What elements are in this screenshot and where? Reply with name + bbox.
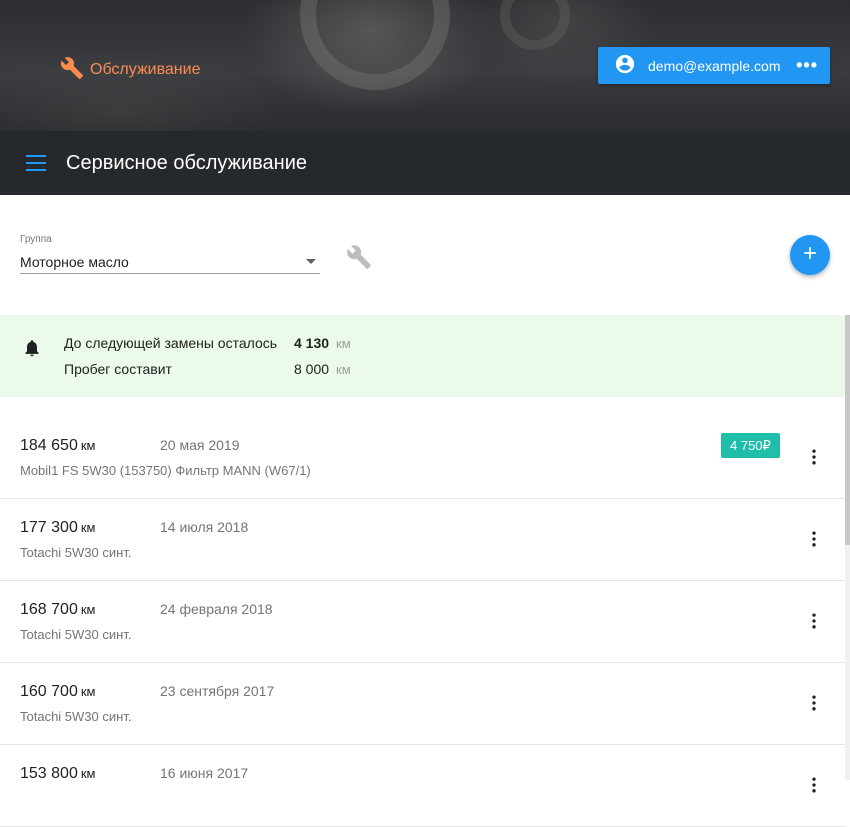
remaining-label: До следующей замены осталось [64, 335, 278, 351]
more-vertical-icon[interactable] [804, 775, 824, 800]
record-mileage: 153 800 [20, 765, 78, 782]
record-mileage: 184 650 [20, 437, 78, 454]
group-filter: Группа Моторное масло [20, 234, 320, 274]
list-item[interactable]: 184 650 км 20 мая 2019 Mobil1 FS 5W30 (15… [0, 417, 845, 499]
remaining-distance-row: До следующей замены осталось 4 130 км [64, 335, 351, 351]
brand-label: Обслуживание [90, 61, 201, 78]
group-settings-button[interactable] [346, 244, 372, 275]
record-mileage: 168 700 [20, 601, 78, 618]
banner-decoration [500, 0, 570, 50]
record-mileage: 177 300 [20, 519, 78, 536]
record-mileage-unit: км [80, 766, 96, 781]
bell-icon [22, 337, 42, 364]
target-label: Пробег составит [64, 361, 172, 377]
record-description: Totachi 5W30 синт. [20, 545, 132, 560]
price-badge: 4 750₽ [721, 433, 780, 458]
target-mileage-row: Пробег составит 8 000 км [64, 361, 351, 377]
more-vertical-icon[interactable] [804, 447, 824, 472]
list-item[interactable]: 177 300 км 14 июля 2018 Totachi 5W30 синт… [0, 499, 845, 581]
record-description: Totachi 5W30 синт. [20, 627, 132, 642]
group-select-value: Моторное масло [20, 253, 129, 270]
brand-link[interactable]: Обслуживание [60, 56, 201, 85]
menu-icon[interactable] [26, 155, 46, 171]
dropdown-arrow-icon [306, 259, 316, 264]
record-description: Totachi 5W30 синт. [20, 709, 132, 724]
group-filter-label: Группа [20, 234, 52, 245]
next-service-notice [0, 315, 845, 397]
wrench-icon [346, 245, 372, 274]
group-select[interactable]: Моторное масло [20, 250, 320, 274]
app-toolbar: Сервисное обслуживание [0, 131, 850, 195]
scrollbar-thumb[interactable] [845, 315, 850, 545]
more-vertical-icon[interactable] [804, 529, 824, 554]
record-date: 23 сентября 2017 [160, 683, 275, 699]
target-unit: км [336, 362, 351, 377]
banner-decoration [300, 0, 450, 90]
page-title: Сервисное обслуживание [66, 151, 307, 174]
record-mileage-unit: км [80, 602, 96, 617]
list-item[interactable]: 168 700 км 24 февраля 2018 Totachi 5W30 с… [0, 581, 845, 663]
add-record-button[interactable] [790, 235, 830, 275]
record-date: 20 мая 2019 [160, 437, 240, 453]
target-value: 8 000 [294, 361, 330, 377]
more-horizontal-icon[interactable]: ••• [796, 55, 818, 76]
remaining-unit: км [336, 336, 351, 351]
scrollbar[interactable] [845, 315, 850, 780]
record-date: 14 июля 2018 [160, 519, 249, 535]
list-item[interactable]: 160 700 км 23 сентября 2017 Totachi 5W30 … [0, 663, 845, 745]
wrench-icon [60, 56, 84, 85]
user-account-button[interactable]: demo@example.com ••• [598, 47, 830, 84]
list-item[interactable]: 153 800 км 16 июня 2017 [0, 745, 845, 827]
record-mileage-unit: км [80, 684, 96, 699]
plus-icon [800, 243, 820, 268]
record-date: 24 февраля 2018 [160, 601, 273, 617]
record-description: Mobil1 FS 5W30 (153750) Фильтр MANN (W67… [20, 463, 311, 478]
record-mileage-unit: км [80, 438, 96, 453]
header-banner: Обслуживание demo@example.com ••• [0, 0, 850, 131]
record-date: 16 июня 2017 [160, 765, 249, 781]
remaining-value: 4 130 [294, 335, 330, 351]
more-vertical-icon[interactable] [804, 693, 824, 718]
user-email: demo@example.com [648, 57, 781, 74]
service-records-list: 184 650 км 20 мая 2019 Mobil1 FS 5W30 (15… [0, 417, 845, 827]
record-mileage-unit: км [80, 520, 96, 535]
account-circle-icon [614, 53, 636, 78]
record-mileage: 160 700 [20, 683, 78, 700]
more-vertical-icon[interactable] [804, 611, 824, 636]
